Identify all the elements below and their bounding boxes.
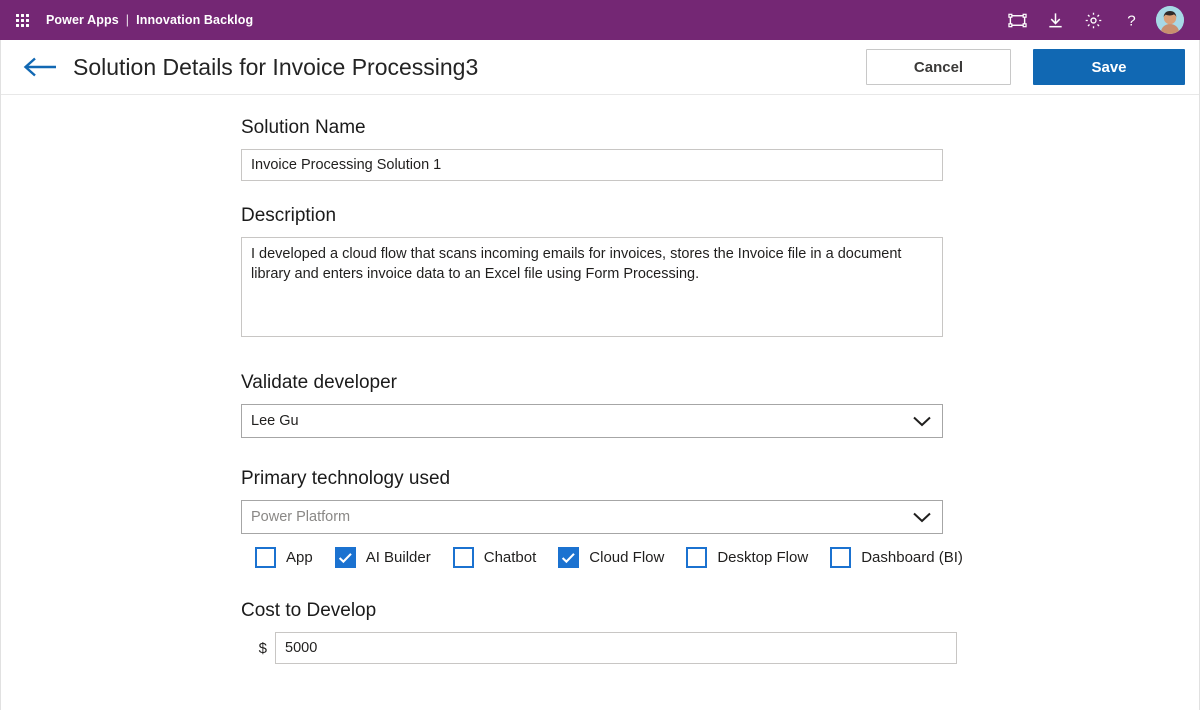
app-name-label: Innovation Backlog bbox=[136, 13, 254, 27]
back-arrow-icon[interactable] bbox=[19, 50, 61, 84]
field-cost-to-develop: Cost to Develop bbox=[241, 600, 947, 622]
field-description: Description bbox=[241, 205, 947, 342]
technology-checkbox-cloud-flow[interactable]: Cloud Flow bbox=[558, 547, 664, 568]
solution-name-label: Solution Name bbox=[241, 117, 366, 138]
brand-separator: | bbox=[125, 13, 130, 27]
app-launcher-icon[interactable] bbox=[8, 0, 36, 40]
solution-name-input[interactable]: Invoice Processing Solution 1 bbox=[241, 149, 943, 181]
checkbox-unchecked-icon[interactable] bbox=[686, 547, 708, 568]
settings-gear-icon[interactable] bbox=[1074, 0, 1112, 40]
technology-checkbox-label: Dashboard (BI) bbox=[861, 549, 963, 566]
cost-to-develop-label: Cost to Develop bbox=[241, 600, 377, 621]
brand-label: Power Apps bbox=[46, 13, 119, 27]
checkbox-unchecked-icon[interactable] bbox=[830, 547, 852, 568]
suite-actions: ? bbox=[998, 0, 1190, 40]
primary-technology-value: Power Platform bbox=[251, 509, 351, 525]
solution-details-form: Solution Name Invoice Processing Solutio… bbox=[1, 95, 1199, 664]
technology-checkbox-label: App bbox=[286, 549, 313, 566]
field-validate-developer: Validate developer Lee Gu bbox=[241, 372, 947, 438]
technology-checkbox-label: Cloud Flow bbox=[589, 549, 665, 566]
technology-checkbox-chatbot[interactable]: Chatbot bbox=[452, 547, 537, 568]
save-button[interactable]: Save bbox=[1033, 49, 1185, 85]
technology-checkbox-label: Desktop Flow bbox=[717, 549, 809, 566]
technology-checkbox-label: Chatbot bbox=[483, 549, 537, 566]
primary-technology-dropdown[interactable]: Power Platform bbox=[241, 500, 943, 534]
technology-checkbox-label: AI Builder bbox=[365, 549, 431, 566]
app-frame: Solution Details for Invoice Processing3… bbox=[0, 40, 1200, 710]
waffle-grid bbox=[15, 13, 29, 27]
user-avatar[interactable] bbox=[1150, 0, 1190, 40]
command-bar-actions: Cancel Save bbox=[866, 49, 1185, 85]
chevron-down-icon bbox=[911, 510, 933, 524]
technology-checkbox-dashboard-bi[interactable]: Dashboard (BI) bbox=[830, 547, 963, 568]
cost-input-row: $ 5000 bbox=[241, 632, 1199, 664]
technology-checkbox-app[interactable]: App bbox=[255, 547, 313, 568]
suite-header-bar: Power Apps | Innovation Backlog ? bbox=[0, 0, 1200, 40]
currency-symbol: $ bbox=[258, 639, 267, 657]
command-bar: Solution Details for Invoice Processing3… bbox=[1, 40, 1199, 95]
validate-developer-value: Lee Gu bbox=[251, 413, 299, 429]
field-primary-technology: Primary technology used Power Platform bbox=[241, 468, 947, 534]
avatar-image bbox=[1156, 6, 1184, 34]
presentation-mode-icon[interactable] bbox=[998, 0, 1036, 40]
page-title: Solution Details for Invoice Processing3 bbox=[73, 53, 479, 80]
checkbox-unchecked-icon[interactable] bbox=[452, 547, 474, 568]
description-label: Description bbox=[241, 205, 337, 226]
technology-checkbox-group: App AI Builder Chatbot Cloud Flow Desktop Fl… bbox=[255, 547, 1199, 568]
primary-technology-label: Primary technology used bbox=[241, 468, 451, 489]
checkbox-checked-icon[interactable] bbox=[334, 547, 356, 568]
validate-developer-dropdown[interactable]: Lee Gu bbox=[241, 404, 943, 438]
technology-checkbox-desktop-flow[interactable]: Desktop Flow bbox=[686, 547, 808, 568]
help-question-icon[interactable]: ? bbox=[1112, 0, 1150, 40]
cancel-button[interactable]: Cancel bbox=[866, 49, 1011, 85]
checkbox-unchecked-icon[interactable] bbox=[255, 547, 276, 568]
validate-developer-label: Validate developer bbox=[241, 372, 397, 393]
cost-input[interactable]: 5000 bbox=[275, 632, 957, 664]
checkbox-checked-icon[interactable] bbox=[558, 547, 580, 568]
svg-text:?: ? bbox=[1127, 12, 1135, 29]
download-icon[interactable] bbox=[1036, 0, 1074, 40]
chevron-down-icon bbox=[911, 414, 933, 428]
technology-checkbox-ai-builder[interactable]: AI Builder bbox=[334, 547, 431, 568]
description-input[interactable] bbox=[241, 237, 943, 337]
brand-area[interactable]: Power Apps | Innovation Backlog bbox=[46, 13, 253, 27]
field-solution-name: Solution Name Invoice Processing Solutio… bbox=[241, 117, 947, 181]
